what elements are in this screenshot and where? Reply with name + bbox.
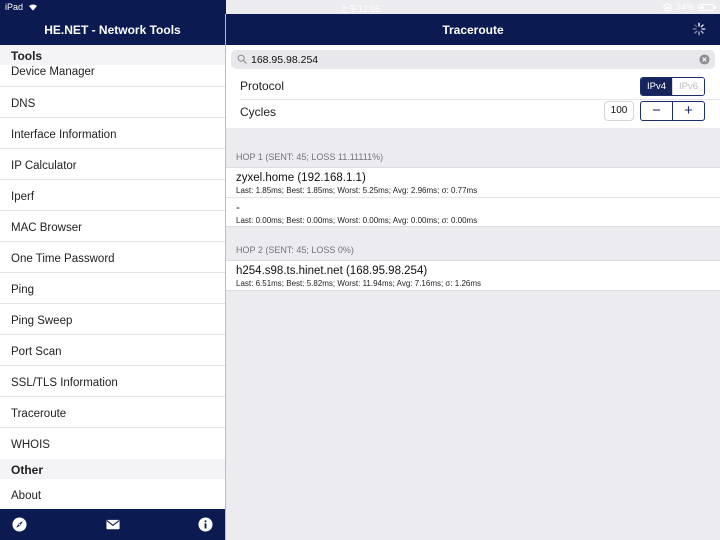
- hop-host: zyxel.home (192.168.1.1): [236, 172, 366, 184]
- hop-host: h254.s98.ts.hinet.net (168.95.98.254): [236, 265, 428, 277]
- sidebar-item-interface-information[interactable]: Interface Information: [0, 118, 225, 149]
- hop-header: HOP 1 (SENT: 45; LOSS 11.11111%): [236, 152, 384, 162]
- hop-stats: Last: 0.00ms; Best: 0.00ms; Worst: 0.00m…: [236, 216, 478, 225]
- form-row-divider: [240, 99, 720, 100]
- hop-result-row[interactable]: h254.s98.ts.hinet.net (168.95.98.254) La…: [226, 261, 720, 290]
- cycles-label: Cycles: [240, 105, 277, 119]
- sidebar-item-ping-sweep[interactable]: Ping Sweep: [0, 304, 225, 335]
- sidebar-item-port-scan[interactable]: Port Scan: [0, 335, 225, 366]
- segment-ipv6[interactable]: IPv6: [672, 78, 704, 95]
- sidebar-item-whois[interactable]: WHOIS: [0, 428, 225, 459]
- sidebar-item-traceroute[interactable]: Traceroute: [0, 397, 225, 428]
- battery-icon: [698, 3, 716, 11]
- protocol-segmented-control[interactable]: IPv4 IPv6: [640, 77, 705, 96]
- section-header-other: Other: [0, 459, 225, 479]
- hop-header: HOP 2 (SENT: 45; LOSS 0%): [236, 245, 354, 255]
- info-icon[interactable]: [198, 517, 213, 532]
- sidebar-item-dns[interactable]: DNS: [0, 87, 225, 118]
- tab-bar: [0, 509, 225, 540]
- hop-section: zyxel.home (192.168.1.1) Last: 1.85ms; B…: [226, 167, 720, 227]
- host-input[interactable]: [251, 52, 691, 67]
- hop-result-row[interactable]: zyxel.home (192.168.1.1) Last: 1.85ms; B…: [226, 168, 720, 197]
- detail-nav-bar: Traceroute: [226, 14, 720, 45]
- decrement-button[interactable]: −: [641, 102, 672, 120]
- sidebar-item-ip-calculator[interactable]: IP Calculator: [0, 149, 225, 180]
- sidebar-item-mac-browser[interactable]: MAC Browser: [0, 211, 225, 242]
- battery-percent: 34%: [675, 2, 694, 12]
- hop-stats: Last: 6.51ms; Best: 5.82ms; Worst: 11.94…: [236, 279, 482, 288]
- status-bar: iPad 上午12:05 34%: [0, 0, 720, 14]
- mail-icon[interactable]: [105, 517, 121, 532]
- increment-button[interactable]: +: [672, 102, 704, 120]
- compass-icon[interactable]: [12, 517, 27, 532]
- section-header-tools: Tools: [0, 45, 225, 65]
- hop-result-row[interactable]: - Last: 0.00ms; Best: 0.00ms; Worst: 0.0…: [226, 197, 720, 226]
- sidebar: HE.NET - Network Tools Tools Device Mana…: [0, 0, 225, 540]
- sidebar-item-one-time-password[interactable]: One Time Password: [0, 242, 225, 273]
- detail-pane: Traceroute 168.95.98.254 Protocol IPv4 I…: [226, 0, 720, 540]
- tools-list[interactable]: Tools Device Manager DNS Interface Infor…: [0, 45, 225, 509]
- hop-stats: Last: 1.85ms; Best: 1.85ms; Worst: 5.25m…: [236, 186, 478, 195]
- orientation-lock-icon: [663, 2, 672, 12]
- protocol-label: Protocol: [240, 79, 285, 93]
- sidebar-item-device-manager[interactable]: Device Manager: [0, 65, 225, 87]
- activity-spinner-icon: [692, 22, 706, 36]
- battery-fill: [700, 5, 705, 9]
- sidebar-item-about[interactable]: About: [0, 479, 225, 509]
- sidebar-item-iperf[interactable]: Iperf: [0, 180, 225, 211]
- search-bar[interactable]: [231, 50, 715, 69]
- hop-section: h254.s98.ts.hinet.net (168.95.98.254) La…: [226, 260, 720, 291]
- search-icon: [237, 54, 247, 64]
- cycles-stepper[interactable]: − +: [640, 101, 705, 121]
- sidebar-nav-bar: HE.NET - Network Tools: [0, 14, 225, 45]
- status-time: 上午12:05: [339, 4, 381, 14]
- clear-icon[interactable]: [699, 54, 710, 65]
- sidebar-item-ping[interactable]: Ping: [0, 273, 225, 304]
- sidebar-item-ssl-tls-information[interactable]: SSL/TLS Information: [0, 366, 225, 397]
- sidebar-title: HE.NET - Network Tools: [44, 23, 181, 37]
- hop-host: -: [236, 202, 240, 214]
- cycles-value: 100: [604, 101, 634, 121]
- detail-title: Traceroute: [442, 23, 504, 37]
- segment-ipv4[interactable]: IPv4: [641, 78, 672, 95]
- traceroute-form: Protocol IPv4 IPv6 Cycles 100 − +: [226, 45, 720, 128]
